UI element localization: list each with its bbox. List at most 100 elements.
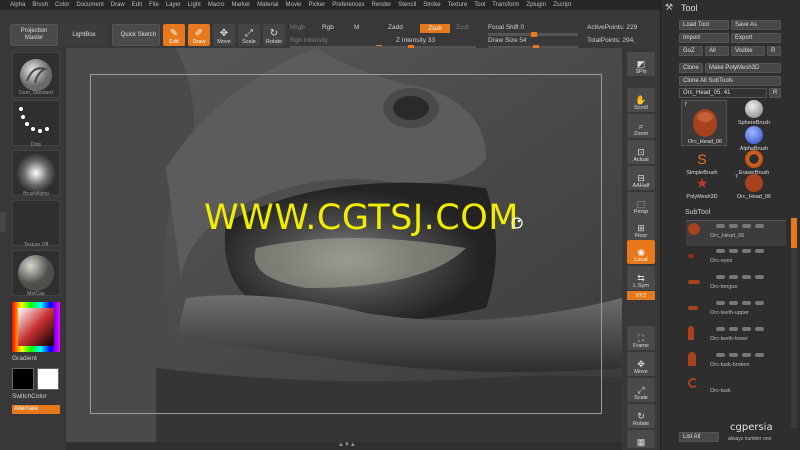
all-button[interactable]: All — [705, 46, 729, 56]
alpha-thumbnail[interactable] — [12, 150, 60, 196]
rotate-button[interactable]: ↻ Rotate — [263, 24, 285, 46]
main-color-swatch[interactable] — [12, 368, 34, 390]
subtool-toggles[interactable] — [716, 274, 776, 280]
zcut-toggle[interactable]: Zcut — [456, 24, 469, 31]
frame-button[interactable]: ⛶ Frame — [627, 326, 655, 350]
subtool-item[interactable]: Orc-teeth-upper — [686, 298, 786, 324]
menu-layer[interactable]: Layer — [166, 2, 181, 8]
menu-color[interactable]: Color — [55, 2, 69, 8]
lightbox-button[interactable]: LightBox — [60, 24, 108, 46]
m-toggle[interactable]: M — [354, 24, 359, 31]
quick-sketch-button[interactable]: Quick Sketch — [112, 24, 160, 46]
stroke-thumbnail[interactable] — [12, 100, 60, 146]
subtool-toggles[interactable] — [716, 223, 776, 229]
tool-polymesh3d[interactable]: ★ PolyMesh3D — [681, 174, 723, 200]
move-view-button[interactable]: ✥ Move — [627, 352, 655, 376]
menu-zplugin[interactable]: Zplugin — [526, 2, 546, 8]
z-intensity-slider[interactable]: Z Intensity 33 — [396, 37, 435, 44]
menu-brush[interactable]: Brush — [32, 2, 48, 8]
bottom-tray-bar[interactable]: ▲▼▲ — [66, 442, 622, 450]
focal-shift-slider[interactable]: Focal Shift 0 — [488, 24, 524, 31]
current-tool-slider[interactable]: Orc_Head_05. 41 — [679, 88, 767, 98]
visible-button[interactable]: Visible — [731, 46, 765, 56]
rgb-toggle[interactable]: Rgb — [322, 24, 334, 31]
save-as-button[interactable]: Save As — [731, 20, 781, 30]
menu-stencil[interactable]: Stencil — [398, 2, 416, 8]
subtool-item[interactable]: Orc-tongue — [686, 272, 786, 298]
menu-material[interactable]: Material — [257, 2, 278, 8]
goz-button[interactable]: GoZ — [679, 46, 703, 56]
zoom-button[interactable]: ⌕ Zoom — [627, 114, 655, 138]
spix-button[interactable]: ◩ SPix — [627, 52, 655, 76]
menu-light[interactable]: Light — [188, 2, 201, 8]
subtool-item[interactable]: Orc-tusk — [686, 376, 786, 402]
secondary-color-swatch[interactable] — [37, 368, 59, 390]
subtool-toggles[interactable] — [716, 352, 776, 358]
tool-thumb-orc-head[interactable]: 7 Orc_Head_06 — [681, 100, 727, 146]
alternate-button[interactable]: Alternate — [12, 405, 60, 414]
left-tray-toggle[interactable] — [0, 212, 6, 232]
menu-picker[interactable]: Picker — [309, 2, 326, 8]
import-button[interactable]: Import — [679, 33, 729, 43]
menu-alpha[interactable]: Alpha — [10, 2, 25, 8]
menu-movie[interactable]: Movie — [286, 2, 302, 8]
focal-shift-track[interactable] — [488, 32, 578, 37]
make-polymesh-button[interactable]: Make PolyMesh3D — [705, 63, 781, 73]
tool-sphere-brush[interactable]: SphereBrush — [733, 100, 775, 126]
tool-simple-brush[interactable]: S SimpleBrush — [681, 150, 723, 176]
draw-size-slider[interactable]: Draw Size 54 — [488, 37, 527, 44]
subtool-toggles[interactable] — [716, 326, 776, 332]
lsym-button[interactable]: ⇆ L.Sym — [627, 266, 655, 290]
clone-all-subtools-button[interactable]: Clone All SubTools — [679, 76, 781, 86]
menu-marker[interactable]: Marker — [231, 2, 250, 8]
edit-button[interactable]: ✎ Edit — [163, 24, 185, 46]
color-picker[interactable] — [12, 302, 60, 352]
subtool-toggles[interactable] — [716, 248, 776, 254]
mrgb-toggle[interactable]: Mrgb — [290, 24, 305, 31]
menu-tool[interactable]: Tool — [474, 2, 485, 8]
local-button[interactable]: ◉ Local — [627, 240, 655, 264]
focal-shift-handle[interactable] — [531, 32, 537, 37]
draw-button[interactable]: ✐ Draw — [188, 24, 210, 46]
rgb-intensity-slider[interactable]: Rgb Intensity — [290, 37, 328, 44]
clone-button[interactable]: Clone — [679, 63, 703, 73]
viewport-canvas[interactable]: WWW.CGTSJ.COM — [66, 48, 622, 442]
zsub-toggle[interactable]: Zsub — [420, 24, 450, 33]
gradient-label[interactable]: Gradient — [12, 355, 37, 362]
subtool-item[interactable]: Orc-tusk-broken — [686, 350, 786, 376]
subtool-section-title[interactable]: SubTool — [685, 209, 710, 216]
scroll-button[interactable]: ✋ Scroll — [627, 88, 655, 112]
xyz-toggle[interactable]: XYZ — [627, 291, 655, 300]
subtool-scrollbar[interactable] — [791, 218, 797, 428]
polyframe-button[interactable]: ▦ — [627, 430, 655, 448]
texture-thumbnail[interactable] — [12, 200, 60, 246]
subtool-item[interactable]: Orc_Head_06 — [686, 220, 786, 246]
tool-eraser-brush[interactable]: EraserBrush — [733, 150, 775, 176]
menu-transform[interactable]: Transform — [492, 2, 519, 8]
subtool-toggles[interactable] — [716, 300, 776, 306]
r-button[interactable]: R — [767, 46, 781, 56]
tool-alpha-brush[interactable]: AlphaBrush — [733, 126, 775, 152]
subtool-item[interactable]: Orc-teeth-lower — [686, 324, 786, 350]
scale-button[interactable]: ⤢ Scale — [238, 24, 260, 46]
menu-draw[interactable]: Draw — [111, 2, 125, 8]
menu-preferences[interactable]: Preferences — [332, 2, 364, 8]
zadd-toggle[interactable]: Zadd — [388, 24, 403, 31]
floor-button[interactable]: ⊞ Floor — [627, 216, 655, 240]
subtool-scrollbar-thumb[interactable] — [791, 218, 797, 248]
menu-file[interactable]: File — [149, 2, 159, 8]
menu-zscript[interactable]: Zscript — [553, 2, 571, 8]
menu-macro[interactable]: Macro — [208, 2, 225, 8]
current-tool-r-button[interactable]: R — [769, 88, 781, 98]
material-thumbnail[interactable] — [12, 250, 60, 296]
projection-master-button[interactable]: Projection Master — [10, 24, 58, 46]
menu-stroke[interactable]: Stroke — [423, 2, 440, 8]
persp-button[interactable]: ⬚ Persp — [627, 192, 655, 216]
rotate-view-button[interactable]: ↻ Rotate — [627, 404, 655, 428]
list-all-button[interactable]: List All — [679, 432, 719, 442]
subtool-item[interactable]: Orc-eyes — [686, 246, 786, 272]
aahalf-button[interactable]: ⊟ AAHalf — [627, 166, 655, 190]
scale-view-button[interactable]: ⤢ Scale — [627, 378, 655, 402]
load-tool-button[interactable]: Load Tool — [679, 20, 729, 30]
bottom-tray-toggle-icon[interactable]: ▲▼▲ — [338, 442, 356, 448]
